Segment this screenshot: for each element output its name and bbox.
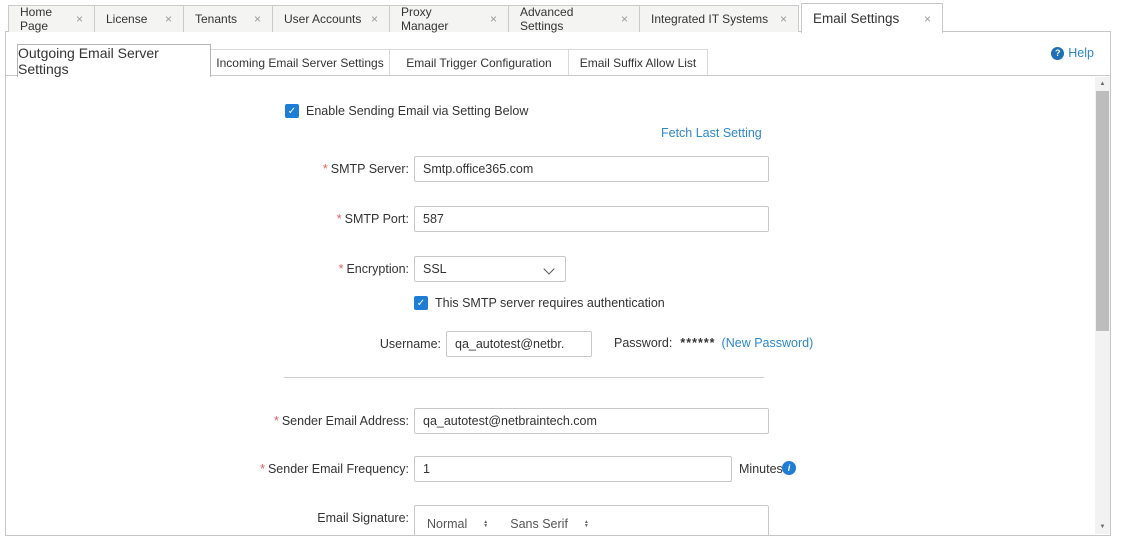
label-text: Sender Email Frequency: bbox=[268, 462, 409, 476]
help-link[interactable]: ? Help bbox=[1051, 46, 1094, 60]
enable-email-checkbox[interactable]: ✓ bbox=[285, 104, 299, 118]
tab-label: Outgoing Email Server Settings bbox=[18, 45, 210, 77]
checkmark-icon: ✓ bbox=[288, 106, 296, 117]
email-signature-label: Email Signature: bbox=[6, 505, 409, 531]
sender-email-frequency-label: *Sender Email Frequency: bbox=[6, 456, 409, 482]
scroll-up-arrow-icon[interactable]: ▲ bbox=[1095, 77, 1110, 91]
tab-label: Incoming Email Server Settings bbox=[216, 56, 383, 70]
smtp-port-label: *SMTP Port: bbox=[6, 206, 409, 232]
required-asterisk: * bbox=[337, 212, 342, 226]
encryption-label: *Encryption: bbox=[6, 256, 409, 282]
close-icon[interactable]: × bbox=[165, 13, 172, 25]
chevron-down-icon bbox=[543, 263, 554, 274]
email-signature-editor[interactable]: Normal ▲ ▼ Sans Serif ▲ ▼ bbox=[414, 505, 769, 536]
help-label: Help bbox=[1068, 46, 1094, 60]
requires-auth-checkbox[interactable]: ✓ bbox=[414, 296, 428, 310]
close-icon[interactable]: × bbox=[371, 13, 378, 25]
requires-auth-label: This SMTP server requires authentication bbox=[435, 296, 665, 310]
tab-incoming-email-server-settings[interactable]: Incoming Email Server Settings bbox=[210, 49, 390, 75]
close-icon[interactable]: × bbox=[76, 13, 83, 25]
encryption-select[interactable]: SSL bbox=[414, 256, 566, 282]
tab-label: Email Settings bbox=[813, 11, 899, 26]
tab-email-trigger-configuration[interactable]: Email Trigger Configuration bbox=[389, 49, 569, 75]
username-label: Username: bbox=[6, 331, 441, 357]
tab-home-page[interactable]: Home Page × bbox=[8, 5, 95, 32]
close-icon[interactable]: × bbox=[490, 13, 497, 25]
tab-label: License bbox=[106, 12, 147, 26]
tab-proxy-manager[interactable]: Proxy Manager × bbox=[389, 5, 509, 32]
tab-user-accounts[interactable]: User Accounts × bbox=[272, 5, 390, 32]
tab-label: Proxy Manager bbox=[401, 5, 482, 33]
close-icon[interactable]: × bbox=[621, 13, 628, 25]
label-text: SMTP Server: bbox=[331, 162, 409, 176]
enable-email-checkbox-row: ✓ Enable Sending Email via Setting Below bbox=[285, 104, 528, 118]
tab-tenants[interactable]: Tenants × bbox=[183, 5, 273, 32]
password-label: Password: bbox=[614, 336, 672, 350]
required-asterisk: * bbox=[323, 162, 328, 176]
tab-label: User Accounts bbox=[284, 12, 361, 26]
tab-label: Advanced Settings bbox=[520, 5, 613, 33]
smtp-server-label: *SMTP Server: bbox=[6, 156, 409, 182]
label-text: Sender Email Address: bbox=[282, 414, 409, 428]
tab-label: Email Suffix Allow List bbox=[580, 56, 697, 70]
new-password-link[interactable]: (New Password) bbox=[722, 336, 814, 350]
updown-arrows-icon: ▲ ▼ bbox=[584, 520, 589, 528]
smtp-port-input[interactable] bbox=[414, 206, 769, 232]
enable-email-label: Enable Sending Email via Setting Below bbox=[306, 104, 528, 118]
requires-auth-checkbox-row: ✓ This SMTP server requires authenticati… bbox=[414, 296, 665, 310]
encryption-selected-value: SSL bbox=[423, 262, 447, 276]
section-divider bbox=[284, 377, 764, 378]
tab-label: Integrated IT Systems bbox=[651, 12, 768, 26]
updown-arrows-icon: ▲ ▼ bbox=[483, 520, 488, 528]
vertical-scrollbar[interactable]: ▲ ▼ bbox=[1095, 77, 1110, 534]
username-input[interactable] bbox=[446, 331, 592, 357]
email-settings-panel: Outgoing Email Server Settings Incoming … bbox=[5, 31, 1111, 536]
tab-license[interactable]: License × bbox=[94, 5, 184, 32]
fetch-last-setting-link[interactable]: Fetch Last Setting bbox=[661, 126, 762, 140]
arrow-down-icon: ▼ bbox=[483, 524, 488, 528]
close-icon[interactable]: × bbox=[780, 13, 787, 25]
sender-email-address-input[interactable] bbox=[414, 408, 769, 434]
tab-email-settings[interactable]: Email Settings × bbox=[801, 3, 943, 33]
password-masked-value: ****** bbox=[680, 336, 715, 350]
tab-email-suffix-allow-list[interactable]: Email Suffix Allow List bbox=[568, 49, 708, 75]
help-icon: ? bbox=[1051, 47, 1064, 60]
tab-outgoing-email-server-settings[interactable]: Outgoing Email Server Settings bbox=[17, 44, 211, 77]
signature-font-select[interactable]: Sans Serif bbox=[510, 517, 568, 531]
inner-tabs-group: Incoming Email Server Settings Email Tri… bbox=[211, 49, 708, 75]
label-text: Encryption: bbox=[346, 262, 409, 276]
sender-email-frequency-input[interactable] bbox=[414, 456, 732, 482]
tab-advanced-settings[interactable]: Advanced Settings × bbox=[508, 5, 640, 32]
required-asterisk: * bbox=[274, 414, 279, 428]
smtp-server-input[interactable] bbox=[414, 156, 769, 182]
scrollbar-thumb[interactable] bbox=[1096, 91, 1109, 331]
tab-label: Email Trigger Configuration bbox=[406, 56, 551, 70]
label-text: SMTP Port: bbox=[345, 212, 409, 226]
scroll-down-arrow-icon[interactable]: ▼ bbox=[1095, 520, 1110, 534]
sender-email-address-label: *Sender Email Address: bbox=[6, 408, 409, 434]
tab-label: Tenants bbox=[195, 12, 237, 26]
close-icon[interactable]: × bbox=[924, 13, 931, 25]
info-icon[interactable]: i bbox=[782, 461, 796, 475]
close-icon[interactable]: × bbox=[254, 13, 261, 25]
required-asterisk: * bbox=[339, 262, 344, 276]
password-row: Password: ****** (New Password) bbox=[614, 336, 813, 350]
outer-tab-bar: Home Page × License × Tenants × User Acc… bbox=[8, 0, 942, 32]
checkmark-icon: ✓ bbox=[417, 298, 425, 309]
tab-label: Home Page bbox=[20, 5, 68, 33]
signature-toolbar: Normal ▲ ▼ Sans Serif ▲ ▼ bbox=[415, 506, 768, 531]
arrow-down-icon: ▼ bbox=[584, 524, 589, 528]
email-settings-page: Home Page × License × Tenants × User Acc… bbox=[0, 0, 1121, 548]
signature-style-select[interactable]: Normal bbox=[427, 517, 467, 531]
frequency-unit-label: Minutes bbox=[739, 456, 783, 482]
required-asterisk: * bbox=[260, 462, 265, 476]
tab-integrated-it-systems[interactable]: Integrated IT Systems × bbox=[639, 5, 799, 32]
